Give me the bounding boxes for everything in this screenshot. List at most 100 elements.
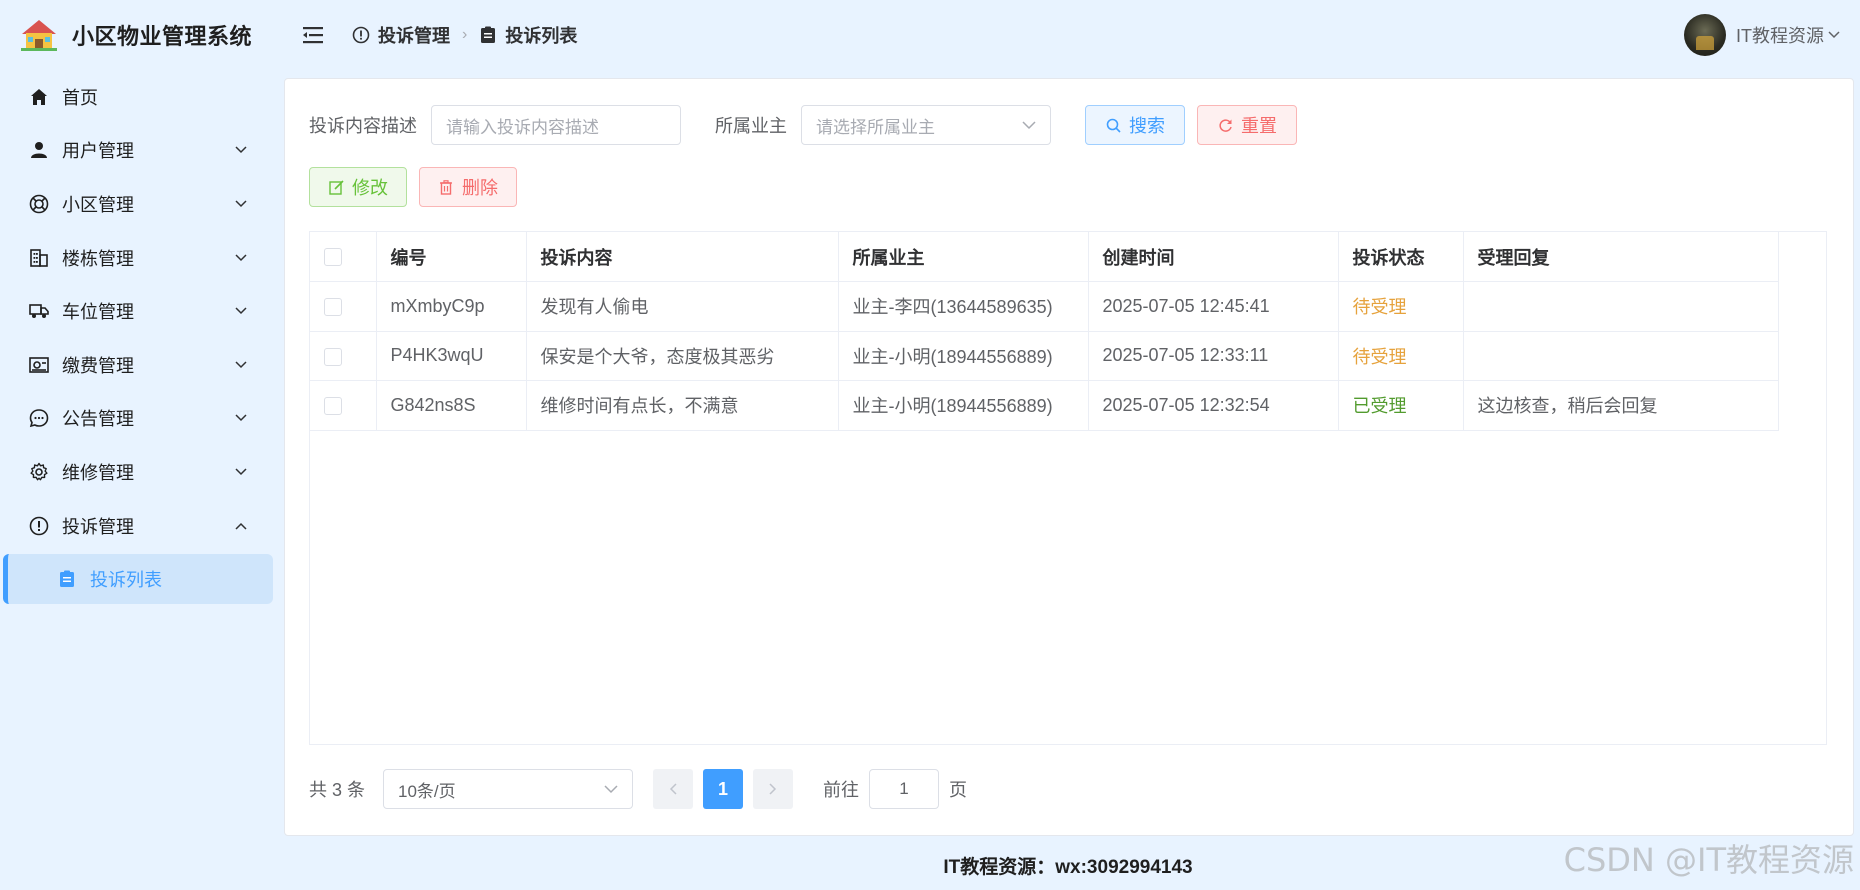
sidebar-item-label: 楼栋管理 xyxy=(62,248,134,269)
sidebar-item-2[interactable]: 小区管理 xyxy=(0,177,276,231)
table-row[interactable]: P4HK3wqU 保安是个大爷，态度极其恶劣 业主-小明(18944556889) 2… xyxy=(310,331,1779,381)
delete-button[interactable]: 删除 xyxy=(419,167,517,207)
page-size-select[interactable]: 10条/页 xyxy=(383,769,634,809)
delete-button-label: 删除 xyxy=(462,178,498,198)
row-select-cell xyxy=(310,331,377,381)
owner-select[interactable]: 请选择所属业主 xyxy=(801,105,1051,145)
chat-icon xyxy=(28,407,50,429)
breadcrumb-label: 投诉列表 xyxy=(505,26,578,46)
building-icon xyxy=(28,247,50,269)
page-size-value: 10条/页 xyxy=(398,781,456,801)
owner-filter-label: 所属业主 xyxy=(715,116,787,136)
goto-label: 前往 xyxy=(823,780,860,800)
breadcrumb-label: 投诉管理 xyxy=(378,26,450,46)
house-logo-icon xyxy=(20,18,58,52)
content-filter-label: 投诉内容描述 xyxy=(309,116,417,136)
cell-reply xyxy=(1463,331,1779,381)
breadcrumb-item-complaint-mgmt[interactable]: 投诉管理 xyxy=(352,22,450,48)
input-placeholder: 请输入投诉内容描述 xyxy=(446,117,599,137)
chevron-down-icon xyxy=(1828,29,1840,41)
chevron-down-icon xyxy=(1022,115,1036,135)
app-title: 小区物业管理系统 xyxy=(72,24,253,49)
cell-content: 维修时间有点长，不满意 xyxy=(526,380,839,431)
table-header-row: 编号 投诉内容 所属业主 创建时间 投诉状态 受理回复 xyxy=(310,232,1779,282)
top-header: 投诉管理 › 投诉列表 IT教程资源 xyxy=(276,0,1860,70)
sidebar: 小区物业管理系统 首页用户管理 小区管理楼栋管理车位管理缴费管理公告管理维修管理投… xyxy=(0,0,276,890)
cell-owner: 业主-小明(18944556889) xyxy=(838,380,1089,431)
filter-form: 投诉内容描述 请输入投诉内容描述 所属业主 请选择所属业主 搜索 重置 xyxy=(309,105,1297,145)
app-logo-area[interactable]: 小区物业管理系统 xyxy=(0,0,276,70)
breadcrumb-item-complaint-list: 投诉列表 xyxy=(479,22,577,48)
user-menu-trigger[interactable]: IT教程资源 xyxy=(1684,14,1840,56)
chevron-down-icon xyxy=(234,251,248,265)
row-checkbox[interactable] xyxy=(324,347,342,366)
pagination: 共 3 条 10条/页 1 前往 1 页 xyxy=(309,769,967,809)
sidebar-item-7[interactable]: 维修管理 xyxy=(0,445,276,499)
sidebar-item-label: 缴费管理 xyxy=(62,355,134,376)
sidebar-item-6[interactable]: 公告管理 xyxy=(0,392,276,446)
chevron-right-icon xyxy=(769,783,777,795)
sidebar-menu: 首页用户管理 小区管理楼栋管理车位管理缴费管理公告管理维修管理投诉管理 投诉列表 xyxy=(0,70,276,605)
select-all-checkbox[interactable] xyxy=(324,248,342,267)
column-header-owner: 所属业主 xyxy=(838,232,1089,282)
collapse-menu-button[interactable] xyxy=(302,23,326,47)
sidebar-item-label: 公告管理 xyxy=(62,409,134,430)
cell-id: G842ns8S xyxy=(376,380,527,431)
sidebar-item-label: 维修管理 xyxy=(62,462,134,483)
cell-reply: 这边核查，稍后会回复 xyxy=(1463,380,1779,431)
chevron-down-icon xyxy=(234,358,248,372)
avatar xyxy=(1684,14,1726,56)
footer-contact-text: IT教程资源：wx:3092994143 xyxy=(943,856,1193,878)
goto-page-input[interactable]: 1 xyxy=(869,769,940,809)
user-name: IT教程资源 xyxy=(1736,26,1824,46)
cell-status: 待受理 xyxy=(1338,331,1464,381)
sidebar-item-5[interactable]: 缴费管理 xyxy=(0,338,276,392)
edit-button[interactable]: 修改 xyxy=(309,167,407,207)
sidebar-item-1[interactable]: 用户管理 xyxy=(0,124,276,178)
community-icon xyxy=(28,193,50,215)
cell-created: 2025-07-05 12:33:11 xyxy=(1088,331,1339,381)
cell-status: 已受理 xyxy=(1338,380,1464,431)
next-page-button[interactable] xyxy=(753,769,794,809)
csdn-watermark: CSDN @IT教程资源 xyxy=(1563,841,1854,879)
cell-owner: 业主-李四(13644589635) xyxy=(838,281,1089,332)
page-number-button[interactable]: 1 xyxy=(703,769,744,809)
column-header-created: 创建时间 xyxy=(1088,232,1339,282)
refresh-icon xyxy=(1217,117,1233,133)
sidebar-subitem-complaint-list[interactable]: 投诉列表 xyxy=(3,554,273,605)
row-checkbox[interactable] xyxy=(324,298,342,316)
cell-owner: 业主-小明(18944556889) xyxy=(838,331,1089,381)
payment-icon xyxy=(28,354,50,376)
sidebar-item-label: 首页 xyxy=(62,87,98,108)
prev-page-button[interactable] xyxy=(653,769,694,809)
search-button[interactable]: 搜索 xyxy=(1085,105,1185,145)
fold-icon xyxy=(303,27,323,44)
reset-button-label: 重置 xyxy=(1241,116,1277,136)
table-row[interactable]: G842ns8S 维修时间有点长，不满意 业主-小明(18944556889) 202… xyxy=(310,380,1779,431)
column-header-reply: 受理回复 xyxy=(1463,232,1779,282)
reset-button[interactable]: 重置 xyxy=(1197,105,1297,145)
cell-reply xyxy=(1463,281,1779,332)
row-select-cell xyxy=(310,281,377,332)
total-count: 共 3 条 xyxy=(309,780,366,800)
sidebar-item-0[interactable]: 首页 xyxy=(0,70,276,124)
select-placeholder: 请选择所属业主 xyxy=(816,117,935,137)
cell-content: 保安是个大爷，态度极其恶劣 xyxy=(526,331,839,381)
edit-button-label: 修改 xyxy=(352,178,388,198)
cell-id: P4HK3wqU xyxy=(376,331,527,381)
content-search-input[interactable]: 请输入投诉内容描述 xyxy=(431,105,681,145)
trash-icon xyxy=(438,179,454,195)
sidebar-item-8[interactable]: 投诉管理 xyxy=(0,499,276,553)
sidebar-item-label: 车位管理 xyxy=(62,302,134,323)
sidebar-item-3[interactable]: 楼栋管理 xyxy=(0,231,276,285)
chevron-left-icon xyxy=(669,783,677,795)
sidebar-item-4[interactable]: 车位管理 xyxy=(0,284,276,338)
content-card: 投诉内容描述 请输入投诉内容描述 所属业主 请选择所属业主 搜索 重置 修改 删… xyxy=(284,78,1854,836)
table-row[interactable]: mXmbyC9p 发现有人偷电 业主-李四(13644589635) 2025-07-… xyxy=(310,281,1779,332)
column-header-content: 投诉内容 xyxy=(526,232,839,282)
truck-icon xyxy=(28,300,50,322)
row-checkbox[interactable] xyxy=(324,397,342,415)
breadcrumb: 投诉管理 › 投诉列表 xyxy=(352,22,577,48)
gear-icon xyxy=(28,461,50,483)
table-body: mXmbyC9p 发现有人偷电 业主-李四(13644589635) 2025-07-… xyxy=(310,281,1779,431)
